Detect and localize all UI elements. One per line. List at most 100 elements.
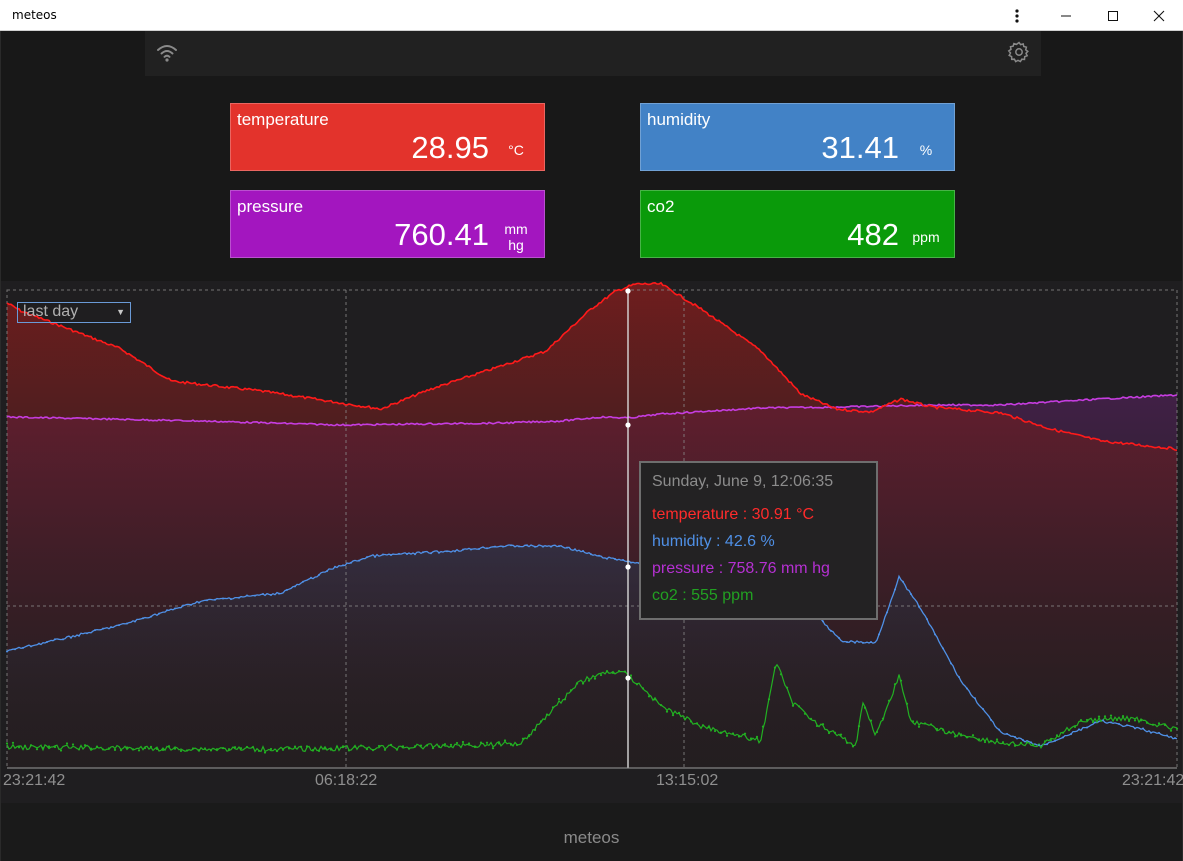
co2-point [419, 744, 423, 747]
co2-point [407, 747, 411, 750]
humidity-point [582, 550, 584, 553]
humidity-point [1150, 731, 1152, 734]
close-button[interactable] [1136, 0, 1182, 31]
co2-point [1019, 741, 1023, 744]
humidity-point [990, 718, 992, 721]
humidity-point [78, 634, 80, 637]
time-range-select[interactable]: last day ▼ [17, 302, 131, 323]
humidity-point [422, 551, 424, 554]
co2-point [77, 748, 81, 751]
gear-icon[interactable] [1007, 40, 1031, 64]
humidity-point [1030, 741, 1032, 744]
co2-point [521, 737, 525, 740]
co2-point [623, 670, 627, 673]
humidity-point [318, 573, 320, 576]
tooltip-pressure: pressure : 758.76 mm hg [652, 560, 830, 577]
co2-point [287, 747, 291, 750]
co2-point [395, 748, 399, 751]
sensor-chart[interactable]: last day ▼ 23:21:42 06:18:22 13:15:02 23… [1, 281, 1183, 803]
co2-point [635, 683, 639, 686]
humidity-point [1158, 731, 1160, 734]
co2-point [5, 742, 9, 745]
co2-point [491, 747, 495, 750]
co2-point [1013, 744, 1017, 747]
humidity-point [158, 612, 160, 615]
humidity-point [518, 545, 520, 548]
humidity-point [366, 556, 368, 559]
co2-point [143, 746, 147, 750]
co2-point [401, 745, 405, 748]
co2-point [641, 687, 645, 690]
humidity-point [190, 603, 192, 606]
co2-point [947, 731, 951, 734]
kebab-menu-button[interactable] [994, 0, 1040, 31]
co2-point [365, 748, 369, 751]
co2-point [131, 748, 135, 751]
humidity-point [398, 552, 400, 555]
co2-point [965, 735, 969, 739]
maximize-button[interactable] [1090, 0, 1136, 31]
co2-point [881, 717, 885, 720]
co2-point [203, 747, 207, 750]
co2-point [581, 682, 585, 685]
co2-point [95, 745, 99, 748]
co2-point [455, 741, 459, 745]
co2-point [791, 704, 795, 707]
humidity-point [542, 545, 544, 548]
humidity-point [358, 559, 360, 562]
co2-point [989, 740, 993, 743]
humidity-point [958, 675, 960, 678]
co2-point [1157, 722, 1161, 725]
co2-point [353, 745, 357, 748]
humidity-point [46, 640, 48, 643]
co2-point [1025, 741, 1029, 744]
humidity-point [390, 554, 392, 557]
pressure-value: 760.41 [394, 217, 489, 252]
co2-point [707, 726, 711, 729]
humidity-point [574, 548, 576, 551]
humidity-point [454, 550, 456, 553]
co2-point [59, 749, 63, 752]
co2-point [683, 717, 687, 720]
co2-point [35, 748, 39, 751]
humidity-point [894, 588, 896, 591]
co2-point [815, 724, 819, 728]
humidity-point [262, 593, 264, 596]
humidity-point [1134, 727, 1136, 730]
co2-point [347, 749, 351, 752]
co2-point [311, 748, 315, 752]
co2-point [71, 743, 75, 746]
humidity-point [1006, 732, 1008, 735]
co2-point [545, 713, 549, 716]
temperature-card: temperature 28.95 °C [230, 103, 545, 171]
co2-point [821, 723, 825, 726]
wifi-icon[interactable] [155, 41, 179, 65]
humidity-point [374, 555, 376, 558]
co2-point [1031, 743, 1035, 746]
co2-point [701, 724, 705, 727]
humidity-point [550, 545, 552, 548]
humidity-point [822, 620, 824, 623]
co2-point [485, 741, 489, 744]
humidity-point [334, 565, 336, 568]
minimize-button[interactable] [1043, 0, 1089, 31]
kebab-icon [1015, 8, 1019, 23]
humidity-point [926, 618, 928, 621]
humidity-point [1078, 728, 1080, 731]
humidity-point [854, 641, 856, 644]
co2-point [1133, 719, 1137, 722]
co2-point [1097, 715, 1101, 718]
co2-point [977, 738, 981, 741]
co2-point [215, 748, 219, 751]
chart-canvas[interactable] [1, 281, 1182, 803]
co2-point [473, 745, 477, 749]
pressure-unit-bottom: hg [508, 237, 524, 253]
co2-point [173, 747, 177, 750]
humidity-point [222, 597, 224, 600]
co2-point [593, 677, 597, 680]
co2-point [167, 745, 171, 748]
co2-point [233, 746, 237, 749]
co2-point [371, 749, 375, 752]
co2-point [1163, 723, 1167, 727]
co2-point [905, 702, 909, 705]
